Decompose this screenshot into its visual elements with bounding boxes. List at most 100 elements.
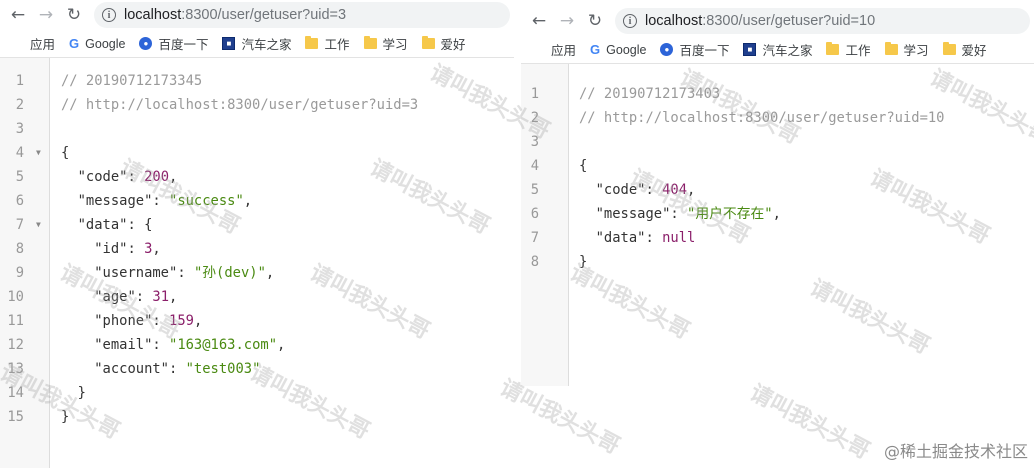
code-token: "code": [595, 182, 646, 198]
url-path: :8300/user/getuser?uid=3: [181, 7, 347, 23]
line-number: 8: [15, 241, 24, 257]
code-token: ,: [193, 313, 203, 329]
code-token: {: [61, 145, 70, 161]
line-number: 12: [7, 337, 24, 353]
bookmark-baidu[interactable]: ● 百度一下: [660, 40, 729, 59]
back-arrow-icon[interactable]: ←: [4, 1, 32, 29]
code-line: 6 "message": "用户不存在",: [521, 202, 1034, 226]
bookmark-apps[interactable]: 应用: [12, 34, 55, 53]
left-browser-window: ← → ↻ i localhost:8300/user/getuser?uid=…: [0, 0, 514, 468]
code-line: 7 ▼ "data": {: [0, 213, 514, 237]
forward-arrow-icon[interactable]: →: [32, 1, 60, 29]
code-line: 4{: [521, 154, 1034, 178]
code-token: :: [670, 206, 688, 222]
google-g-icon: G: [590, 42, 601, 57]
baidu-paw-icon: ●: [660, 43, 674, 56]
url-host: localhost: [645, 13, 703, 29]
bookmark-folder-study[interactable]: 学习: [363, 34, 408, 53]
code-token: :: [169, 361, 186, 377]
line-number: 6: [530, 206, 539, 222]
code-token: 404: [662, 182, 688, 198]
line-number: 11: [7, 313, 24, 329]
line-number: 7: [15, 217, 24, 233]
code-line: 5 "code": 404,: [521, 178, 1034, 202]
left-bookmarks-bar: 应用 G Google ● 百度一下 ■ 汽车之家 工作 学习 爱好: [0, 30, 514, 58]
code-token: ,: [243, 193, 253, 209]
google-g-icon: G: [69, 36, 80, 51]
baidu-paw-icon: ●: [139, 37, 153, 50]
bookmark-label: 汽车之家: [241, 38, 292, 52]
site-info-icon[interactable]: i: [102, 8, 116, 22]
bookmark-baidu[interactable]: ● 百度一下: [139, 34, 208, 53]
code-line: 8}: [521, 250, 1034, 274]
forward-arrow-icon[interactable]: →: [553, 7, 581, 35]
code-token: "account": [94, 361, 169, 377]
bookmark-google[interactable]: G Google: [69, 36, 125, 51]
code-token: "age": [94, 289, 136, 305]
right-bookmarks-bar: 应用 G Google ● 百度一下 ■ 汽车之家 工作 学习 爱好: [521, 36, 1034, 64]
reload-icon[interactable]: ↻: [60, 1, 88, 29]
bookmark-label: 学习: [382, 38, 408, 52]
code-text: "data": null: [579, 226, 696, 250]
site-info-icon[interactable]: i: [623, 14, 637, 28]
bookmark-folder-hobby[interactable]: 爱好: [942, 40, 987, 59]
bookmark-apps[interactable]: 应用: [533, 40, 576, 59]
bookmark-autohome[interactable]: ■ 汽车之家: [743, 40, 812, 59]
code-token: {: [579, 158, 588, 174]
bookmark-folder-study[interactable]: 学习: [884, 40, 929, 59]
code-line: 1 // 20190712173403: [521, 82, 1034, 106]
code-line: 10 "age": 31,: [0, 285, 514, 309]
code-text: // http://localhost:8300/user/getuser?ui…: [61, 93, 418, 117]
bookmark-label: 爱好: [440, 38, 466, 52]
line-number: 3: [530, 134, 539, 150]
code-token: :: [645, 182, 663, 198]
code-token: ,: [265, 265, 275, 281]
code-token: :: [177, 265, 194, 281]
code-token: ,: [169, 289, 178, 305]
bookmark-folder-hobby[interactable]: 爱好: [421, 34, 466, 53]
back-arrow-icon[interactable]: ←: [525, 7, 553, 35]
code-text: "username": "孙(dev)",: [61, 261, 274, 285]
code-token: : {: [127, 217, 153, 233]
line-number: 6: [15, 193, 24, 209]
code-line: 5 "code": 200,: [0, 165, 514, 189]
code-text: "age": 31,: [61, 285, 177, 309]
watermark-text: 请叫我头头哥: [745, 380, 874, 465]
folder-icon: [363, 36, 377, 49]
code-text: "data": {: [61, 213, 153, 237]
code-token: }: [579, 254, 588, 270]
fold-toggle-icon[interactable]: ▼: [36, 213, 41, 237]
fold-toggle-icon[interactable]: ▼: [36, 141, 41, 165]
bookmark-google[interactable]: G Google: [590, 42, 646, 57]
line-number: 1: [530, 86, 539, 102]
line-number: 5: [530, 182, 539, 198]
bookmark-label: 百度一下: [158, 38, 209, 52]
reload-icon[interactable]: ↻: [581, 7, 609, 35]
bookmark-folder-work[interactable]: 工作: [826, 40, 871, 59]
bookmark-folder-work[interactable]: 工作: [305, 34, 350, 53]
bookmark-autohome[interactable]: ■ 汽车之家: [222, 34, 291, 53]
line-number: 1: [15, 73, 24, 89]
apps-grid-icon: [12, 38, 24, 50]
code-text: "message": "用户不存在",: [579, 202, 781, 226]
line-number: 10: [7, 289, 24, 305]
code-token: ,: [772, 206, 781, 222]
code-token: :: [152, 313, 170, 329]
code-line: 2 // http://localhost:8300/user/getuser?u…: [0, 93, 514, 117]
bookmark-label: Google: [606, 42, 647, 57]
code-line: 14 }: [0, 381, 514, 405]
right-address-bar[interactable]: i localhost:8300/user/getuser?uid=10: [615, 8, 1030, 34]
code-token: "163@163.com": [169, 337, 277, 353]
code-token: "email": [94, 337, 153, 353]
left-address-bar[interactable]: i localhost:8300/user/getuser?uid=3: [94, 2, 510, 28]
code-line: 15}: [0, 405, 514, 429]
code-line: 6 "message": "success",: [0, 189, 514, 213]
